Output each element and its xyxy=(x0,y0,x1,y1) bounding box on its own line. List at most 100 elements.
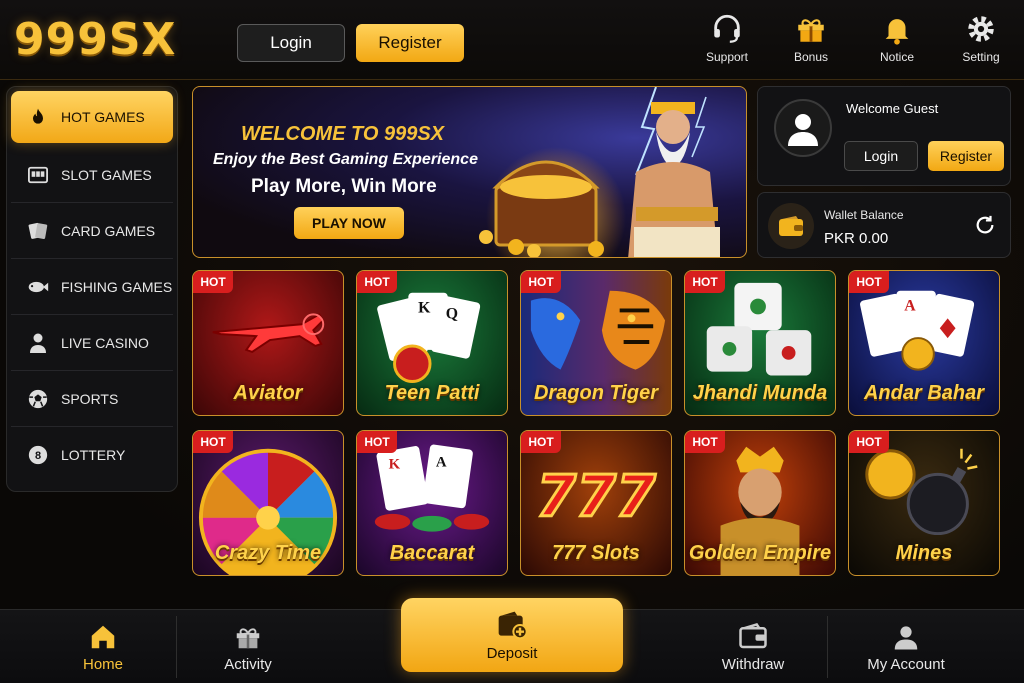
panel-register-button[interactable]: Register xyxy=(928,141,1004,171)
game-card-teen-patti[interactable]: KQ HOT Teen Patti xyxy=(356,270,508,416)
hot-badge: HOT xyxy=(685,431,725,453)
panel-login-button[interactable]: Login xyxy=(844,141,918,171)
game-card-andar-bahar[interactable]: A HOT Andar Bahar xyxy=(848,270,1000,416)
bell-icon xyxy=(885,19,909,45)
dealer-icon xyxy=(27,332,49,354)
notice-button[interactable]: Notice xyxy=(862,12,932,70)
nav-home[interactable]: Home xyxy=(40,610,166,683)
game-name: Golden Empire xyxy=(688,542,832,564)
game-card-mines[interactable]: HOT Mines xyxy=(848,430,1000,576)
svg-text:K: K xyxy=(418,299,431,316)
app-root: 999SX Login Register Support Bonus Notic… xyxy=(0,0,1024,683)
avatar xyxy=(774,99,832,157)
nav-activity-label: Activity xyxy=(224,655,272,673)
wallet-panel: Wallet Balance PKR 0.00 xyxy=(757,192,1011,258)
deposit-button[interactable]: Deposit xyxy=(401,598,623,672)
login-button[interactable]: Login xyxy=(237,24,345,62)
sidebar-item-lottery[interactable]: 8 LOTTERY xyxy=(11,427,173,483)
gear-icon xyxy=(968,16,994,42)
sidebar-item-fishing-games[interactable]: FISHING GAMES xyxy=(11,259,173,315)
game-name: Teen Patti xyxy=(384,382,480,404)
game-card-aviator[interactable]: HOT Aviator xyxy=(192,270,344,416)
game-name: Crazy Time xyxy=(214,542,322,564)
sidebar-item-label: FISHING GAMES xyxy=(61,278,173,295)
banner-title: WELCOME TO 999SX xyxy=(241,123,445,145)
sidebar-item-label: SPORTS xyxy=(61,390,119,407)
lottery-ball-icon: 8 xyxy=(27,444,49,466)
sidebar-item-label: SLOT GAMES xyxy=(61,166,152,183)
nav-account-label: My Account xyxy=(867,655,945,673)
gift-icon xyxy=(236,627,260,648)
svg-text:A: A xyxy=(904,297,916,314)
support-icon xyxy=(714,14,740,43)
nav-divider xyxy=(176,616,177,678)
support-label: Support xyxy=(705,50,749,64)
notice-label: Notice xyxy=(879,50,914,64)
game-name: Jhandi Munda xyxy=(692,382,828,404)
sidebar-item-live-casino[interactable]: LIVE CASINO xyxy=(11,315,173,371)
bonus-icon xyxy=(798,19,824,42)
banner-subtitle: Enjoy the Best Gaming Experience xyxy=(213,151,478,168)
game-card-dragon-tiger[interactable]: HOT Dragon Tiger xyxy=(520,270,672,416)
wallet-label: Wallet Balance xyxy=(824,208,904,222)
promo-banner[interactable]: WELCOME TO 999SX Enjoy the Best Gaming E… xyxy=(192,86,747,258)
fire-icon xyxy=(27,106,49,128)
sidebar-item-slot-games[interactable]: SLOT GAMES xyxy=(11,147,173,203)
play-now-button[interactable]: PLAY NOW xyxy=(294,207,404,239)
bonus-label: Bonus xyxy=(793,50,829,64)
svg-text:Q: Q xyxy=(446,305,458,322)
game-name: Aviator xyxy=(233,382,303,404)
register-button[interactable]: Register xyxy=(356,24,464,62)
sidebar-item-card-games[interactable]: CARD GAMES xyxy=(11,203,173,259)
game-card-golden-empire[interactable]: HOT Golden Empire xyxy=(684,430,836,576)
hot-badge: HOT xyxy=(357,431,397,453)
nav-divider xyxy=(827,616,828,678)
game-card-777-slots[interactable]: 777 HOT 777 Slots xyxy=(520,430,672,576)
nav-activity[interactable]: Activity xyxy=(186,610,310,683)
game-name: Baccarat xyxy=(389,542,475,564)
hot-badge: HOT xyxy=(685,271,725,293)
sidebar-item-hot-games[interactable]: HOT GAMES xyxy=(11,91,173,143)
user-panel: Welcome Guest Login Register xyxy=(757,86,1011,186)
svg-text:777: 777 xyxy=(536,464,656,530)
fish-icon xyxy=(27,276,49,298)
header: 999SX Login Register Support Bonus Notic… xyxy=(0,0,1024,80)
soccer-ball-icon xyxy=(27,388,49,410)
deposit-label: Deposit xyxy=(486,644,538,662)
bonus-button[interactable]: Bonus xyxy=(776,12,846,70)
setting-button[interactable]: Setting xyxy=(946,12,1016,70)
nav-withdraw[interactable]: Withdraw xyxy=(690,610,816,683)
support-button[interactable]: Support xyxy=(692,12,762,70)
setting-label: Setting xyxy=(962,50,1000,64)
withdraw-wallet-icon xyxy=(739,622,767,648)
hot-badge: HOT xyxy=(521,271,561,293)
nav-withdraw-label: Withdraw xyxy=(721,655,785,673)
game-name: Dragon Tiger xyxy=(533,382,659,404)
deposit-wallet-icon xyxy=(498,611,528,639)
sidebar-item-sports[interactable]: SPORTS xyxy=(11,371,173,427)
game-name: 777 Slots xyxy=(552,542,640,564)
game-card-jhandi-munda[interactable]: HOT Jhandi Munda xyxy=(684,270,836,416)
sidebar-item-label: LOTTERY xyxy=(61,447,126,463)
slot-machine-icon xyxy=(27,164,49,186)
hot-badge: HOT xyxy=(193,431,233,453)
cards-icon xyxy=(27,220,49,242)
svg-text:K: K xyxy=(389,456,401,472)
logo[interactable]: 999SX xyxy=(14,14,176,65)
game-name: Mines xyxy=(895,542,953,564)
hot-badge: HOT xyxy=(521,431,561,453)
sidebar-item-label: HOT GAMES xyxy=(61,109,145,125)
hot-badge: HOT xyxy=(849,271,889,293)
refresh-icon[interactable] xyxy=(974,214,996,236)
nav-my-account[interactable]: My Account xyxy=(840,610,972,683)
hot-badge: HOT xyxy=(357,271,397,293)
sidebar: HOT GAMES SLOT GAMES CARD GAMES FISHING … xyxy=(6,86,178,492)
user-icon xyxy=(894,625,918,649)
wallet-icon xyxy=(768,203,814,249)
sidebar-item-label: CARD GAMES xyxy=(61,222,156,239)
game-card-crazy-time[interactable]: HOT Crazy Time xyxy=(192,430,344,576)
svg-text:A: A xyxy=(436,455,447,471)
user-avatar-icon xyxy=(788,114,818,146)
game-card-baccarat[interactable]: K A HOT Baccarat xyxy=(356,430,508,576)
banner-tagline: Play More, Win More xyxy=(251,176,437,197)
